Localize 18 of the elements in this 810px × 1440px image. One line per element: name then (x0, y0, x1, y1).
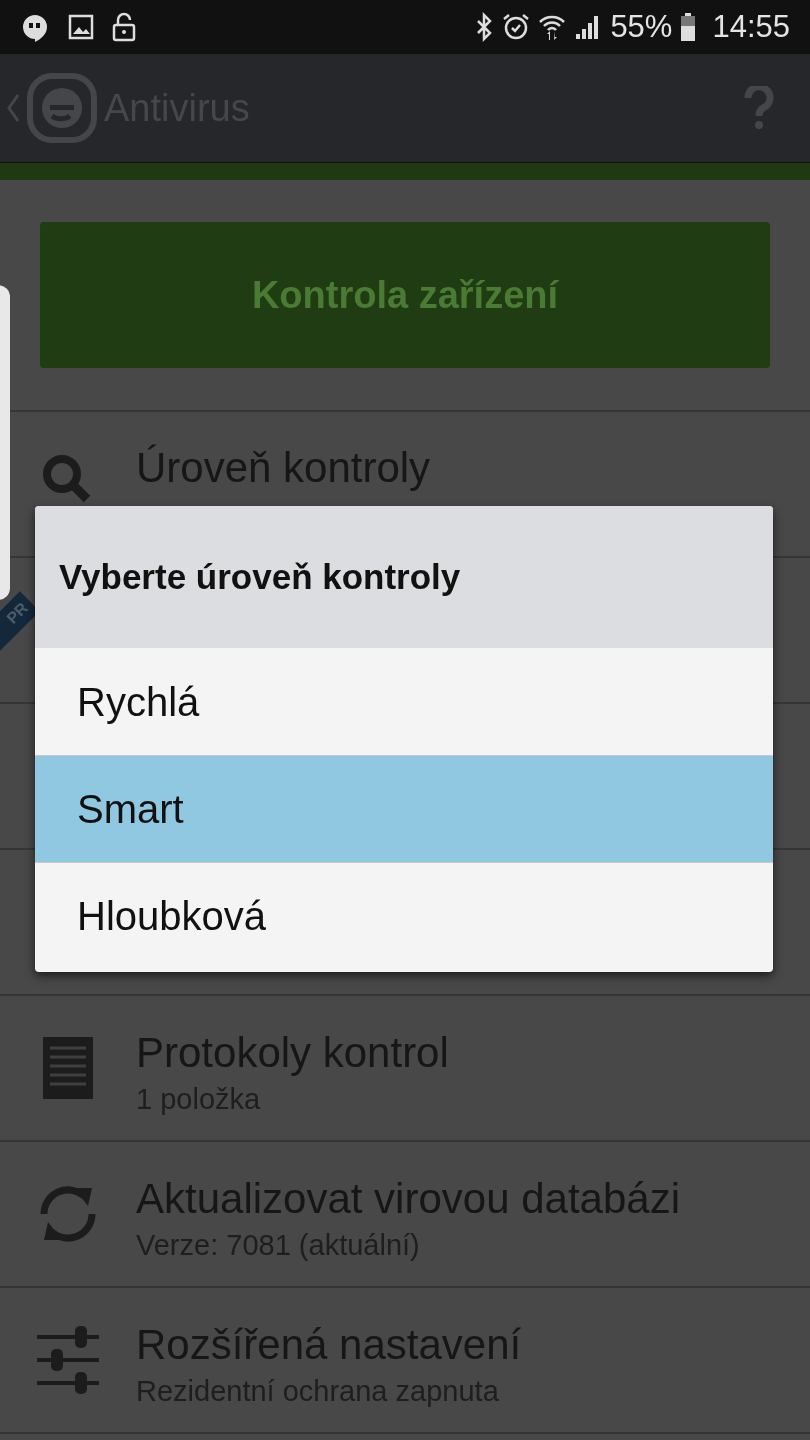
sliders-icon (37, 1326, 99, 1394)
dialog-option[interactable]: Hloubková (35, 862, 773, 969)
clock: 14:55 (712, 7, 790, 46)
chat-icon (20, 12, 50, 42)
dialog-option[interactable]: Smart (35, 755, 773, 862)
back-icon[interactable] (6, 93, 20, 123)
battery-percent: 55% (610, 7, 673, 46)
logo-icon (26, 72, 98, 144)
unlock-icon (112, 12, 136, 42)
alarm-icon (502, 13, 531, 41)
battery-icon (680, 13, 697, 41)
wifi-icon (538, 13, 567, 41)
dialog-option[interactable]: Rychlá (35, 648, 773, 755)
image-icon (68, 14, 94, 40)
scan-button[interactable]: Kontrola zařízení (40, 222, 770, 368)
dialog-title: Vyberte úroveň kontroly (59, 555, 461, 598)
help-icon[interactable] (744, 86, 774, 130)
document-icon (43, 1037, 93, 1099)
